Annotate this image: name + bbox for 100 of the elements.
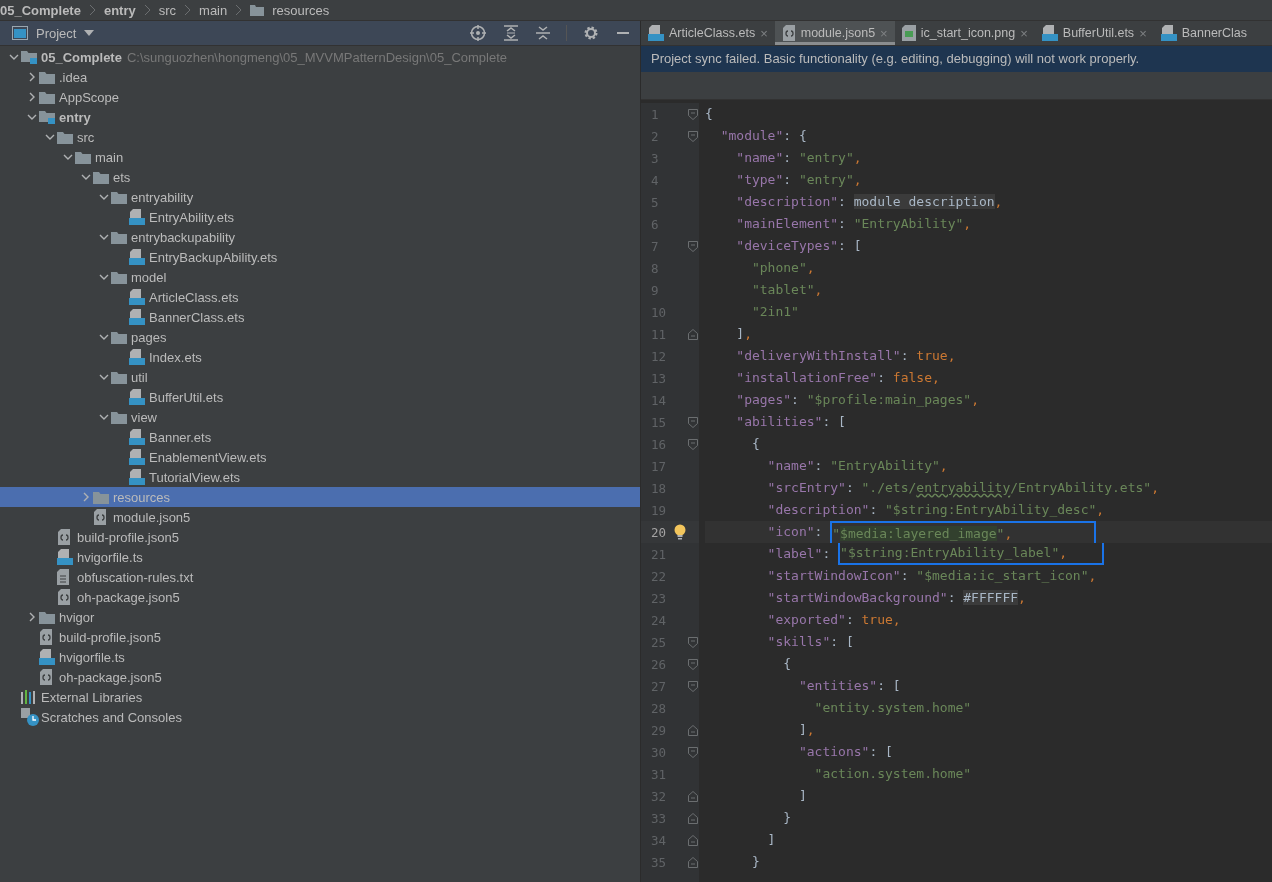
close-button[interactable]: × (1020, 25, 1028, 41)
breadcrumb-item[interactable]: src (158, 2, 177, 18)
editor-tab[interactable]: ic_start_icon.png × (894, 21, 1035, 45)
code-line: "startWindowIcon": "$media:ic_start_icon", (766, 568, 1097, 583)
chevron-down-icon[interactable] (62, 152, 73, 162)
editor-tab[interactable]: BannerClas (1153, 21, 1255, 45)
code-line: "mainElement": "EntryAbility", (735, 216, 972, 231)
fold-icon[interactable] (688, 746, 698, 758)
tree-item[interactable]: entrybackupability (0, 227, 640, 247)
tree-item[interactable]: EntryAbility.ets (0, 207, 640, 227)
caret-icon[interactable] (84, 30, 95, 36)
chevron-down-icon[interactable] (44, 132, 55, 142)
lightbulb-icon[interactable] (674, 524, 686, 540)
chevron-down-icon[interactable] (98, 192, 109, 202)
tree-item[interactable]: 05_Complete C:\sunguozhen\hongmeng\05_MVVMPatternDesign\05_Complete (0, 47, 640, 67)
tree-item[interactable]: Banner.ets (0, 427, 640, 447)
chevron-down-icon[interactable] (8, 52, 19, 62)
tree-item[interactable]: Index.ets (0, 347, 640, 367)
fold-icon[interactable] (688, 438, 698, 450)
tree-item[interactable]: pages (0, 327, 640, 347)
tree-item[interactable]: obfuscation-rules.txt (0, 567, 640, 587)
tree-item[interactable]: entry (0, 107, 640, 127)
tree-item[interactable]: AppScope (0, 87, 640, 107)
tree-item[interactable]: BannerClass.ets (0, 307, 640, 327)
editor-tab[interactable]: module.json5 × (774, 21, 895, 45)
chevron-down-icon[interactable] (98, 272, 109, 282)
fold-end-icon[interactable] (688, 856, 698, 868)
chevron-down-icon[interactable] (98, 332, 109, 342)
code-line: "action.system.home" (813, 766, 972, 781)
fold-icon[interactable] (688, 680, 698, 692)
fold-end-icon[interactable] (688, 328, 698, 340)
fold-end-icon[interactable] (688, 724, 698, 736)
chevron-down-icon[interactable] (26, 112, 37, 122)
fold-end-icon[interactable] (688, 790, 698, 802)
tree-item[interactable]: build-profile.json5 (0, 627, 640, 647)
chevron-icon (88, 4, 96, 16)
tree-item[interactable]: util (0, 367, 640, 387)
code-line: "abilities": [ (735, 414, 846, 429)
close-button[interactable]: × (1139, 25, 1147, 41)
tree-item[interactable]: BufferUtil.ets (0, 387, 640, 407)
tree-item[interactable]: .idea (0, 67, 640, 87)
code-line: "deviceTypes": [ (735, 238, 862, 253)
folder-icon (111, 370, 127, 384)
folder-icon (111, 190, 127, 204)
json-file-icon (781, 25, 796, 41)
chevron-down-icon[interactable] (98, 372, 109, 382)
code-line: "name": "EntryAbility", (766, 458, 948, 473)
breadcrumb-item[interactable]: 05_Complete (0, 2, 81, 18)
chevron-icon (184, 4, 192, 16)
notification-banner: Project sync failed. Basic functionality (e.g. editing, debugging) will not work properly. (641, 46, 1272, 72)
tree-item[interactable]: oh-package.json5 (0, 667, 640, 687)
close-button[interactable]: × (760, 25, 768, 41)
ets-file-icon (129, 309, 145, 325)
chevron-down-icon[interactable] (98, 412, 109, 422)
folder-icon (39, 90, 55, 104)
tree-item[interactable]: hvigorfile.ts (0, 547, 640, 567)
fold-icon[interactable] (688, 658, 698, 670)
tree-item[interactable]: src (0, 127, 640, 147)
fold-icon[interactable] (688, 416, 698, 428)
ts-file-icon (39, 649, 55, 665)
folder-icon (93, 170, 109, 184)
tree-item[interactable]: EnablementView.ets (0, 447, 640, 467)
tree-item[interactable]: oh-package.json5 (0, 587, 640, 607)
tree-item[interactable]: Scratches and Consoles (0, 707, 640, 727)
chevron-down-icon[interactable] (98, 232, 109, 242)
tree-item[interactable]: External Libraries (0, 687, 640, 707)
fold-icon[interactable] (688, 240, 698, 252)
tree-item[interactable]: build-profile.json5 (0, 527, 640, 547)
tree-item[interactable]: model (0, 267, 640, 287)
json-file-icon (93, 509, 107, 525)
tree-item[interactable]: ArticleClass.ets (0, 287, 640, 307)
breadcrumb-item[interactable]: main (199, 2, 228, 18)
fold-end-icon[interactable] (688, 812, 698, 824)
line-number: 20 (650, 524, 668, 540)
tree-item[interactable]: EntryBackupAbility.ets (0, 247, 640, 267)
tree-item[interactable]: main (0, 147, 640, 167)
tree-item[interactable]: TutorialView.ets (0, 467, 640, 487)
chevron-down-icon[interactable] (80, 172, 91, 182)
panel-title[interactable]: Project (36, 25, 77, 41)
breadcrumb-item[interactable]: resources (272, 2, 330, 18)
tree-item[interactable]: ets (0, 167, 640, 187)
ts-file-icon (57, 549, 73, 565)
tree-item[interactable]: hvigor (0, 607, 640, 627)
editor-tab[interactable]: ArticleClass.ets × (641, 21, 775, 45)
fold-icon[interactable] (688, 130, 698, 142)
folder-icon (75, 150, 91, 164)
code-line: "pages": "$profile:main_pages", (735, 392, 979, 407)
breadcrumb-item[interactable]: entry (103, 2, 136, 18)
folder-icon (111, 230, 127, 244)
tree-item[interactable]: entryability (0, 187, 640, 207)
fold-icon[interactable] (688, 108, 698, 120)
code-line: "installationFree": false, (735, 370, 940, 385)
editor-tab[interactable]: BufferUtil.ets × (1034, 21, 1154, 45)
tree-item[interactable]: hvigorfile.ts (0, 647, 640, 667)
tree-item[interactable]: view (0, 407, 640, 427)
tree-item[interactable]: module.json5 (0, 507, 640, 527)
fold-icon[interactable] (688, 636, 698, 648)
chevron-icon (235, 4, 243, 16)
module-folder-icon (39, 110, 55, 124)
fold-end-icon[interactable] (688, 834, 698, 846)
